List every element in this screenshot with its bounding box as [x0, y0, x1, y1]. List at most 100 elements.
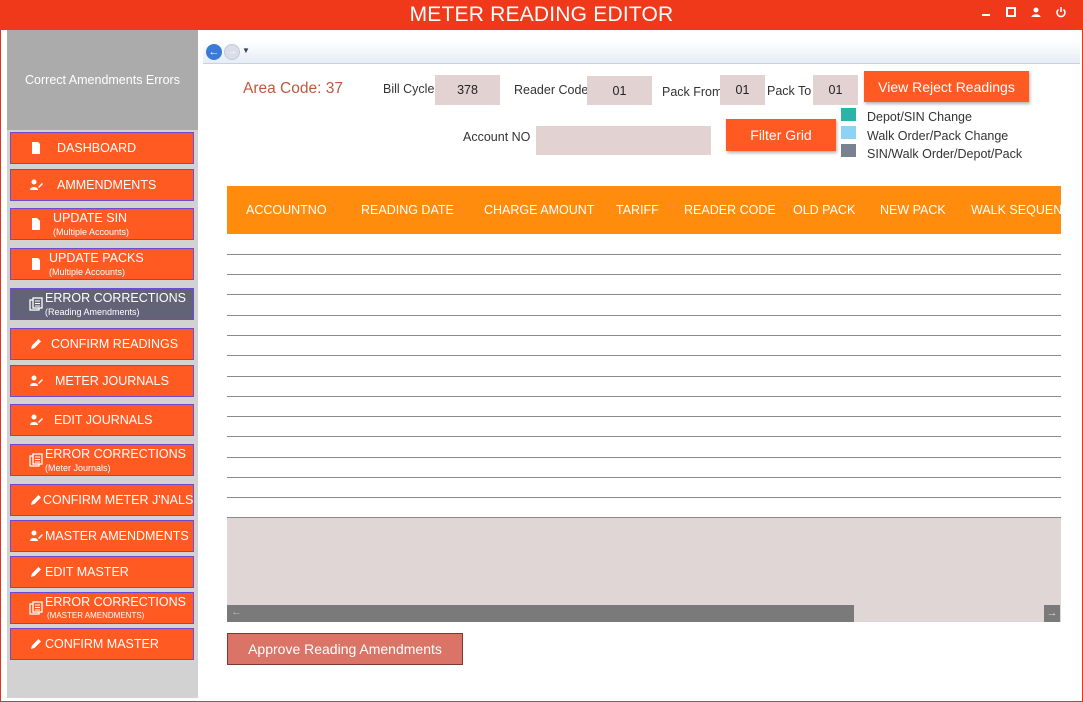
legend-label: Walk Order/Pack Change: [867, 129, 1009, 143]
view-reject-readings-button[interactable]: View Reject Readings: [864, 71, 1029, 102]
sidebar-header: Correct Amendments Errors: [7, 30, 198, 130]
grid-header: ACCOUNTNO READING DATE CHARGE AMOUNT TAR…: [227, 186, 1061, 234]
sidebar-item-label: ERROR CORRECTIONS: [45, 595, 186, 609]
scroll-right-icon[interactable]: →: [1044, 605, 1060, 622]
sidebar-item-label: CONFIRM METER J'NALS: [43, 493, 194, 507]
table-row[interactable]: [227, 477, 1061, 478]
table-row[interactable]: [227, 436, 1061, 437]
sidebar-item-sublabel: (Reading Amendments): [45, 307, 140, 317]
sidebar-item-label: METER JOURNALS: [55, 374, 169, 388]
pencil-icon: [31, 339, 41, 349]
sidebar-item-update-sin[interactable]: UPDATE SIN (Multiple Accounts): [10, 208, 194, 240]
sidebar-item-label: ERROR CORRECTIONS: [45, 447, 186, 461]
window-title: METER READING EDITOR: [409, 3, 674, 26]
column-header-walk-sequence[interactable]: WALK SEQUENCE: [971, 203, 1061, 217]
pack-from-label: Pack From: [662, 85, 723, 99]
account-no-field[interactable]: [536, 126, 711, 155]
approve-reading-amendments-button[interactable]: Approve Reading Amendments: [227, 633, 463, 665]
power-icon[interactable]: [1053, 6, 1069, 22]
legend-swatch-sin-walk-depot-pack: [841, 144, 856, 157]
sidebar-item-confirm-meter-jnals[interactable]: CONFIRM METER J'NALS: [10, 484, 194, 516]
table-row[interactable]: [227, 315, 1061, 316]
bill-cycle-field[interactable]: [435, 75, 500, 105]
filter-grid-button[interactable]: Filter Grid: [726, 119, 836, 151]
table-row[interactable]: [227, 416, 1061, 417]
document-icon: [32, 142, 40, 154]
column-header-new-pack[interactable]: NEW PACK: [880, 203, 946, 217]
sidebar-item-label: ERROR CORRECTIONS: [45, 291, 186, 305]
sidebar-item-error-corrections-reading[interactable]: ERROR CORRECTIONS (Reading Amendments): [10, 288, 194, 320]
legend-label: SIN/Walk Order/Depot/Pack: [867, 147, 1023, 161]
pack-to-field[interactable]: [813, 75, 858, 105]
horizontal-scrollbar[interactable]: ← →: [227, 605, 1061, 622]
table-row[interactable]: [227, 355, 1061, 356]
sidebar-item-confirm-master[interactable]: CONFIRM MASTER: [10, 628, 194, 660]
bill-cycle-label: Bill Cycle: [383, 82, 435, 96]
table-row[interactable]: [227, 457, 1061, 458]
sidebar-item-error-corrections-master[interactable]: ERROR CORRECTIONS (MASTER AMENDMENTS): [10, 592, 194, 624]
back-arrow-icon[interactable]: ←: [206, 44, 222, 60]
legend-swatch-depot-sin: [841, 108, 856, 121]
document-icon: [32, 258, 40, 270]
sidebar-item-confirm-readings[interactable]: CONFIRM READINGS: [10, 328, 194, 360]
title-bar: METER READING EDITOR: [0, 0, 1083, 30]
pencil-icon: [31, 567, 41, 577]
readings-grid: ACCOUNTNO READING DATE CHARGE AMOUNT TAR…: [227, 186, 1061, 622]
column-header-old-pack[interactable]: OLD PACK: [793, 203, 855, 217]
forward-arrow-icon[interactable]: →: [224, 44, 240, 60]
list-icon: [29, 453, 43, 467]
scroll-left-icon[interactable]: ←: [231, 606, 242, 618]
reader-code-field[interactable]: [587, 76, 652, 105]
history-dropdown-icon[interactable]: ▼: [242, 46, 250, 55]
sidebar-item-label: DASHBOARD: [57, 141, 137, 155]
column-header-charge-amount[interactable]: CHARGE AMOUNT: [484, 203, 594, 217]
column-header-reader-code[interactable]: READER CODE: [684, 203, 776, 217]
sidebar-item-ammendments[interactable]: AMMENDMENTS: [10, 169, 194, 201]
table-row[interactable]: [227, 294, 1061, 295]
user-edit-icon: [30, 414, 43, 425]
table-row[interactable]: [227, 396, 1061, 397]
column-header-accountno[interactable]: ACCOUNTNO: [246, 203, 327, 217]
sidebar-item-label: UPDATE SIN: [53, 211, 128, 225]
user-edit-icon: [30, 179, 43, 190]
table-row[interactable]: [227, 376, 1061, 377]
account-no-label: Account NO: [463, 130, 531, 144]
column-header-reading-date[interactable]: READING DATE: [361, 203, 454, 217]
minimize-icon[interactable]: [978, 6, 994, 22]
pack-from-field[interactable]: [720, 75, 765, 105]
sidebar-item-sublabel: (MASTER AMENDMENTS): [47, 611, 145, 620]
maximize-icon[interactable]: [1003, 6, 1019, 22]
pencil-icon: [31, 495, 41, 505]
legend-label: Depot/SIN Change: [867, 110, 972, 124]
sidebar-item-edit-master[interactable]: EDIT MASTER: [10, 556, 194, 588]
sidebar-item-edit-journals[interactable]: EDIT JOURNALS: [10, 404, 194, 436]
table-row[interactable]: [227, 335, 1061, 336]
sidebar-item-error-corrections-journals[interactable]: ERROR CORRECTIONS (Meter Journals): [10, 444, 194, 476]
legend-swatch-walk-order-pack: [841, 126, 856, 139]
table-row[interactable]: [227, 497, 1061, 498]
user-icon[interactable]: [1028, 6, 1044, 22]
sidebar-item-label: CONFIRM READINGS: [51, 337, 179, 351]
scrollbar-thumb[interactable]: [227, 605, 854, 622]
sidebar-item-sublabel: (Multiple Accounts): [53, 227, 130, 237]
table-row[interactable]: [227, 254, 1061, 255]
list-icon: [29, 601, 43, 615]
area-code: Area Code: 37: [243, 80, 343, 97]
sidebar-item-meter-journals[interactable]: METER JOURNALS: [10, 365, 194, 397]
sidebar-item-update-packs[interactable]: UPDATE PACKS (Multiple Accounts): [10, 248, 194, 280]
column-header-tariff[interactable]: TARIFF: [616, 203, 659, 217]
sidebar-item-label: EDIT MASTER: [45, 565, 129, 579]
pack-to-label: Pack To: [767, 84, 812, 98]
sidebar: Correct Amendments Errors DASHBOARD AMME…: [7, 30, 198, 698]
sidebar-item-label: CONFIRM MASTER: [45, 637, 159, 651]
user-edit-icon: [30, 375, 43, 386]
sidebar-item-label: MASTER AMENDMENTS: [45, 529, 189, 543]
sidebar-item-sublabel: (Multiple Accounts): [49, 267, 126, 277]
sidebar-item-master-amendments[interactable]: MASTER AMENDMENTS: [10, 520, 194, 552]
table-row[interactable]: [227, 274, 1061, 275]
file-icon: [32, 218, 40, 230]
sidebar-item-dashboard[interactable]: DASHBOARD: [10, 132, 194, 164]
sidebar-item-label: EDIT JOURNALS: [54, 413, 153, 427]
list-icon: [29, 297, 43, 311]
pencil-icon: [31, 639, 41, 649]
